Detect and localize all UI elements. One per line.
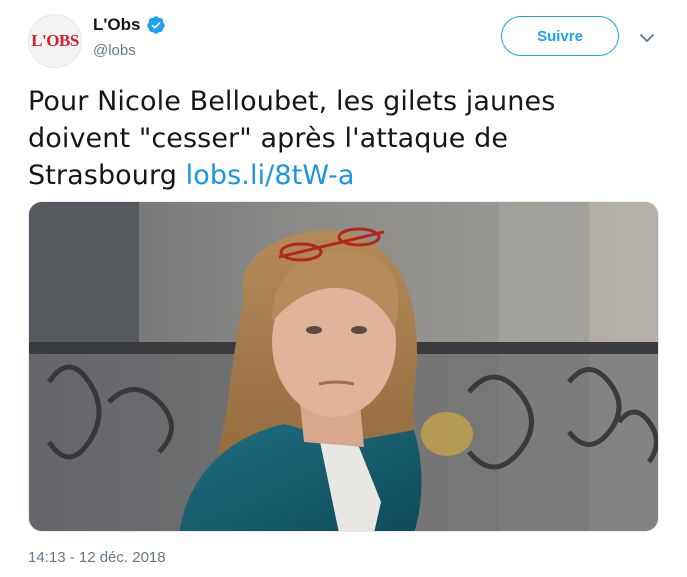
photo-illustration [29, 202, 658, 531]
avatar-logo: L'OBS [31, 31, 79, 50]
avatar[interactable]: L'OBS [28, 14, 82, 68]
tweet-link[interactable]: lobs.li/8tW-a [186, 160, 355, 191]
tweet-timestamp[interactable]: 14:13 - 12 déc. 2018 [28, 549, 166, 566]
tweet-text: Pour Nicole Belloubet, les gilets jaunes… [28, 83, 658, 194]
author-name-row[interactable]: L'Obs [93, 15, 166, 35]
follow-button[interactable]: Suivre [501, 16, 619, 56]
verified-badge-icon [146, 16, 165, 34]
author-handle[interactable]: @lobs [93, 42, 136, 59]
chevron-down-icon[interactable] [637, 28, 657, 48]
tweet-card: L'OBS L'Obs @lobs Suivre Pour Nicole Bel… [0, 0, 687, 577]
author-display-name[interactable]: L'Obs [93, 15, 141, 35]
tweet-photo[interactable] [28, 201, 659, 532]
